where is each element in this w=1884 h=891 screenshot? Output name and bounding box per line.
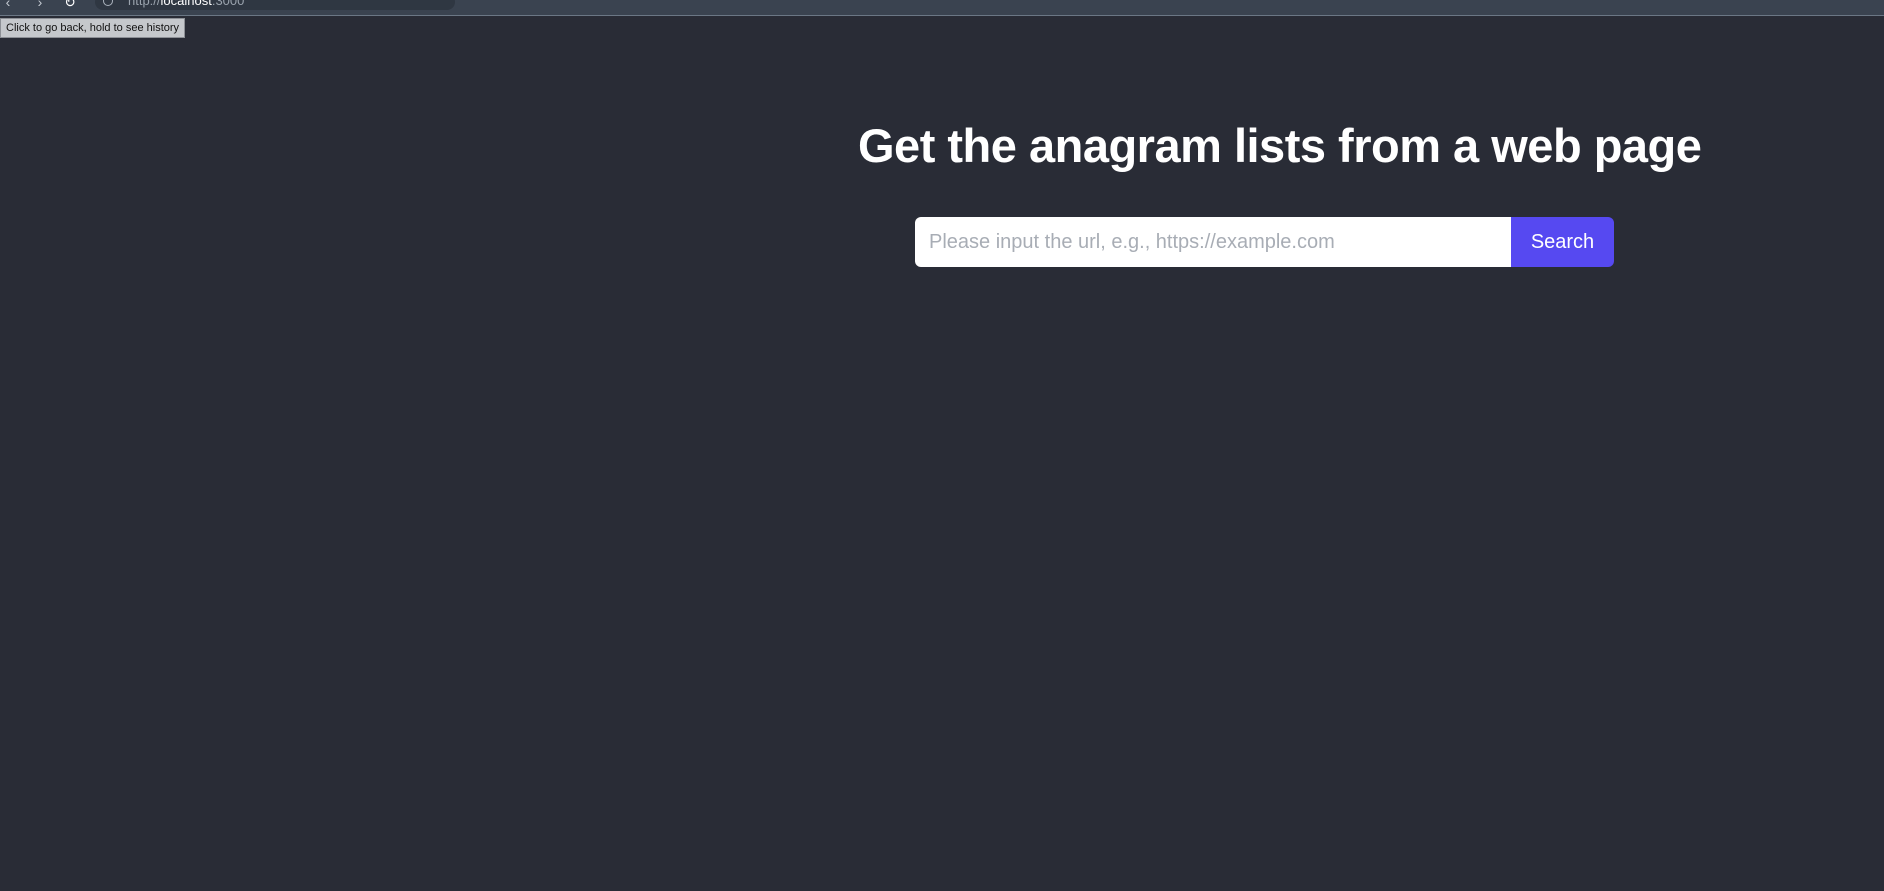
url-text: http://localhost:3000 [128, 0, 244, 8]
url-port: :3000 [211, 0, 245, 8]
address-bar[interactable]: http://localhost:3000 [95, 0, 455, 10]
url-scheme: http:// [128, 0, 161, 8]
chevron-right-icon[interactable]: › [32, 0, 48, 10]
browser-toolbar: ‹ › ↻ http://localhost:3000 [0, 0, 1884, 16]
url-host: localhost [160, 0, 212, 8]
info-icon[interactable] [103, 0, 113, 6]
chevron-left-icon[interactable]: ‹ [0, 0, 16, 10]
url-input[interactable] [915, 217, 1511, 267]
url-search-form: Search [915, 217, 1614, 267]
search-button[interactable]: Search [1511, 217, 1614, 267]
reload-icon[interactable]: ↻ [62, 0, 78, 10]
page-title: Get the anagram lists from a web page [858, 119, 1702, 172]
back-button-tooltip: Click to go back, hold to see history [0, 18, 186, 38]
